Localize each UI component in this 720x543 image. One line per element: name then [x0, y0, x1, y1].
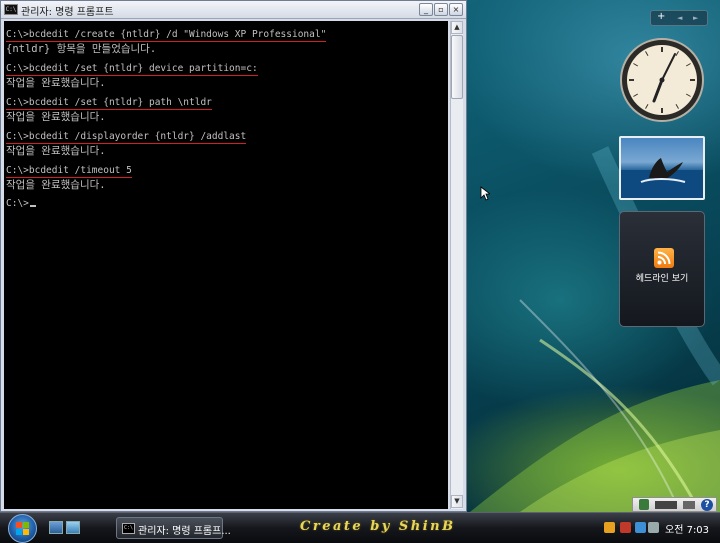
minimize-button[interactable]: _ — [419, 3, 433, 16]
add-gadget-button[interactable]: + — [657, 11, 665, 22]
clock-gadget[interactable] — [619, 37, 705, 123]
security-alert-icon[interactable] — [604, 522, 615, 533]
console-prompt-line[interactable]: C:\> — [6, 198, 36, 209]
rss-feed-icon — [654, 248, 674, 268]
console-app-icon[interactable]: C:\ — [4, 4, 18, 15]
console-line: 작업을 완료했습니다. — [6, 145, 106, 157]
input-method-icon[interactable] — [639, 499, 649, 510]
window-titlebar[interactable]: C:\ 관리자: 명령 프롬프트 _ ▫ × — [1, 1, 466, 19]
text-cursor — [29, 205, 36, 207]
console-prompt: C:\> — [6, 198, 29, 209]
console-line: 작업을 완료했습니다. — [6, 179, 106, 191]
volume-icon[interactable] — [648, 522, 659, 533]
help-icon[interactable]: ? — [701, 499, 713, 511]
taskbar-clock[interactable]: 오전 7:03 — [665, 521, 709, 536]
windows-logo-icon — [16, 522, 29, 535]
taskbar-button-command-prompt[interactable]: C:\ 관리자: 명령 프롬프... — [116, 517, 231, 539]
mouse-cursor-icon — [480, 186, 490, 201]
network-icon[interactable] — [635, 522, 646, 533]
brand-watermark: Create by ShinB — [300, 519, 456, 534]
start-button[interactable] — [8, 514, 37, 543]
switch-windows-icon[interactable] — [66, 521, 80, 534]
show-desktop-icon[interactable] — [49, 521, 63, 534]
sidebar-controls: + ◄ ► — [650, 10, 708, 26]
sidebar-next-button[interactable]: ► — [693, 14, 698, 22]
window-title: 관리자: 명령 프롬프트 — [21, 7, 114, 18]
feed-headlines-gadget[interactable]: 헤드라인 보기 — [619, 211, 705, 327]
tray-app-icon[interactable] — [620, 522, 631, 533]
scroll-down-button[interactable]: ▼ — [451, 495, 463, 508]
taskbar: C:\ 관리자: 명령 프롬프... Create by ShinB 오전 7:… — [0, 512, 720, 543]
vertical-scrollbar[interactable]: ▲ ▼ — [450, 21, 463, 509]
console-line: 작업을 완료했습니다. — [6, 111, 106, 123]
whale-tail-image — [621, 158, 703, 198]
console-output[interactable]: C:\>bcdedit /create {ntldr} /d "Windows … — [4, 21, 448, 509]
scroll-up-button[interactable]: ▲ — [451, 21, 463, 34]
ime-options-icon[interactable] — [683, 501, 695, 509]
console-line: {ntldr} 항목을 만들었습니다. — [6, 43, 157, 55]
scrollbar-thumb[interactable] — [451, 35, 463, 99]
close-button[interactable]: × — [449, 3, 463, 16]
language-bar[interactable]: ? — [632, 497, 717, 512]
ime-mode-icon[interactable] — [655, 501, 677, 509]
taskbar-button-label: 관리자: 명령 프롬프... — [138, 526, 231, 537]
console-line: 작업을 완료했습니다. — [6, 77, 106, 89]
slideshow-gadget[interactable] — [619, 136, 705, 200]
restore-button[interactable]: ▫ — [434, 3, 448, 16]
window-controls: _ ▫ × — [419, 3, 463, 16]
sidebar-prev-button[interactable]: ◄ — [677, 14, 682, 22]
console-app-icon: C:\ — [122, 523, 135, 534]
command-prompt-window[interactable]: C:\ 관리자: 명령 프롬프트 _ ▫ × C:\>bcdedit /crea… — [0, 0, 467, 512]
feed-gadget-label[interactable]: 헤드라인 보기 — [620, 271, 704, 284]
